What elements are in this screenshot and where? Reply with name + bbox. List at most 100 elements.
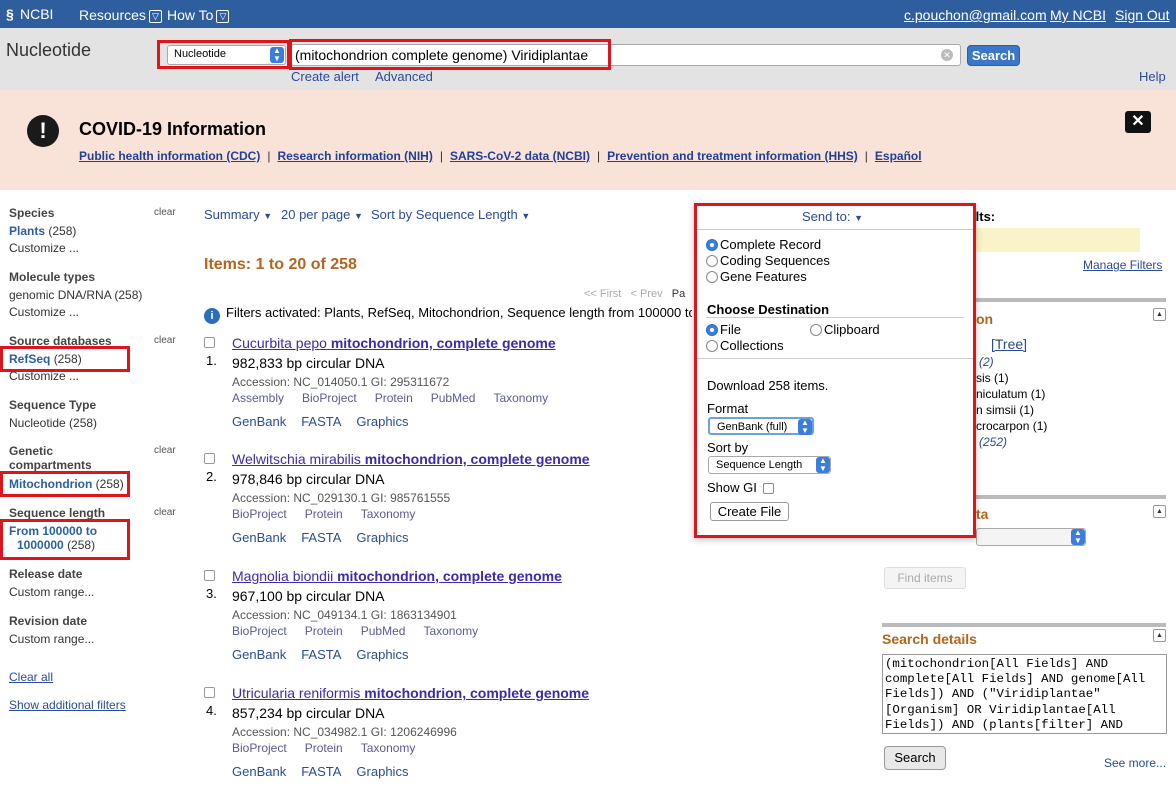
pager-prev[interactable]: < Prev (630, 288, 662, 300)
taxonomy-item[interactable]: niculatum (1) (976, 387, 1045, 401)
graphics-link[interactable]: Graphics (356, 414, 408, 429)
protein-link[interactable]: Protein (375, 391, 413, 405)
taxonomy-item[interactable]: n simsii (1) (976, 403, 1034, 417)
species-filter-plants[interactable]: Plants (258) (9, 224, 76, 238)
database-select[interactable]: Nucleotide ▲ ▼ (167, 45, 286, 65)
radio-complete-record[interactable] (706, 239, 718, 251)
genbank-link[interactable]: GenBank (232, 647, 286, 662)
summary-dropdown[interactable]: Summary ▼ (204, 207, 272, 222)
graphics-link[interactable]: Graphics (356, 764, 408, 779)
collapse-icon[interactable]: ▲ (1153, 629, 1166, 642)
graphics-link[interactable]: Graphics (356, 530, 408, 545)
help-link[interactable]: Help (1139, 69, 1166, 84)
record-checkbox[interactable] (204, 337, 215, 348)
genetic-clear-link[interactable]: clear (154, 445, 176, 456)
radio-collections[interactable] (706, 340, 718, 352)
create-alert-link[interactable]: Create alert (291, 69, 359, 84)
manage-filters-link[interactable]: Manage Filters (1083, 258, 1162, 272)
species-clear-link[interactable]: clear (154, 207, 176, 218)
record-title-link[interactable]: Cucurbita pepo mitochondrion, complete g… (232, 335, 556, 351)
close-icon[interactable]: ✕ (1125, 111, 1151, 133)
find-items-button[interactable]: Find items (884, 567, 966, 589)
send-to-menu[interactable]: Send to: ▼ (802, 209, 863, 224)
search-details-textarea[interactable]: (mitochondrion[All Fields] AND complete[… (882, 654, 1167, 734)
source-customize-link[interactable]: Customize ... (9, 369, 79, 383)
radio-file[interactable] (706, 324, 718, 336)
sequence-type-filter[interactable]: Nucleotide (258) (9, 416, 97, 430)
taxonomy-link[interactable]: Taxonomy (361, 741, 416, 755)
genbank-link[interactable]: GenBank (232, 764, 286, 779)
protein-link[interactable]: Protein (305, 624, 343, 638)
seqlen-clear-link[interactable]: clear (154, 507, 176, 518)
protein-link[interactable]: Protein (305, 507, 343, 521)
pager-first[interactable]: << First (584, 288, 621, 300)
search-button[interactable]: Search (967, 45, 1020, 66)
user-email-link[interactable]: c.pouchon@gmail.com (904, 7, 1047, 23)
genbank-link[interactable]: GenBank (232, 530, 286, 545)
record-title-link[interactable]: Magnolia biondii mitochondrion, complete… (232, 568, 562, 584)
per-page-dropdown[interactable]: 20 per page ▼ (281, 207, 363, 222)
taxonomy-link[interactable]: Taxonomy (361, 507, 416, 521)
record-title-link[interactable]: Utricularia reniformis mitochondrion, co… (232, 685, 589, 701)
tree-link[interactable]: [Tree] (991, 336, 1027, 352)
source-clear-link[interactable]: clear (154, 335, 176, 346)
howto-menu[interactable]: How To ▽ (167, 7, 230, 23)
taxonomy-item[interactable]: crocarpon (1) (976, 419, 1047, 433)
species-customize-link[interactable]: Customize ... (9, 241, 79, 255)
genbank-link[interactable]: GenBank (232, 414, 286, 429)
record-title-link[interactable]: Welwitschia mirabilis mitochondrion, com… (232, 451, 590, 467)
taxonomy-link[interactable]: Taxonomy (493, 391, 548, 405)
collapse-icon[interactable]: ▲ (1153, 505, 1166, 518)
molecule-filter-genomic[interactable]: genomic DNA/RNA (258) (9, 288, 142, 302)
advanced-search-link[interactable]: Advanced (375, 69, 433, 84)
resources-menu[interactable]: Resources ▽ (79, 7, 162, 23)
sign-out-link[interactable]: Sign Out (1115, 7, 1169, 23)
molecule-customize-link[interactable]: Customize ... (9, 305, 79, 319)
fasta-link[interactable]: FASTA (301, 530, 341, 545)
record-checkbox[interactable] (204, 453, 215, 464)
pubmed-link[interactable]: PubMed (361, 624, 406, 638)
bioproject-link[interactable]: BioProject (232, 624, 287, 638)
taxonomy-link[interactable]: Taxonomy (423, 624, 478, 638)
pubmed-link[interactable]: PubMed (431, 391, 476, 405)
create-file-button[interactable]: Create File (710, 502, 789, 521)
clear-all-link[interactable]: Clear all (9, 670, 53, 684)
genetic-filter-mitochondrion[interactable]: Mitochondrion (258) (9, 477, 124, 491)
radio-clipboard[interactable] (810, 324, 822, 336)
taxonomy-count[interactable]: (252) (979, 435, 1007, 449)
revision-custom-range[interactable]: Custom range... (9, 632, 94, 646)
taxonomy-count[interactable]: (2) (979, 355, 994, 369)
show-additional-filters-link[interactable]: Show additional filters (9, 698, 126, 712)
show-gi-checkbox[interactable] (763, 483, 774, 494)
format-select[interactable]: GenBank (full) ▲ ▼ (708, 417, 814, 435)
my-ncbi-link[interactable]: My NCBI (1050, 7, 1106, 23)
bioproject-link[interactable]: BioProject (302, 391, 357, 405)
radio-gene-features[interactable] (706, 271, 718, 283)
see-more-link[interactable]: See more... (1104, 756, 1166, 770)
taxonomy-item[interactable]: sis (1) (976, 371, 1009, 385)
covid-link-cdc[interactable]: Public health information (CDC) (79, 149, 260, 163)
bioproject-link[interactable]: BioProject (232, 741, 287, 755)
record-checkbox[interactable] (204, 570, 215, 581)
release-custom-range[interactable]: Custom range... (9, 585, 94, 599)
covid-link-nih[interactable]: Research information (NIH) (277, 149, 432, 163)
covid-link-espanol[interactable]: Español (875, 149, 922, 163)
covid-link-ncbi[interactable]: SARS-CoV-2 data (NCBI) (450, 149, 590, 163)
graphics-link[interactable]: Graphics (356, 647, 408, 662)
collapse-icon[interactable]: ▲ (1153, 308, 1166, 321)
bioproject-link[interactable]: BioProject (232, 507, 287, 521)
related-database-select[interactable]: ▲ ▼ (976, 528, 1086, 546)
source-filter-refseq[interactable]: RefSeq (258) (9, 352, 82, 366)
radio-coding-sequences[interactable] (706, 255, 718, 267)
sort-dropdown[interactable]: Sort by Sequence Length ▼ (371, 207, 530, 222)
fasta-link[interactable]: FASTA (301, 414, 341, 429)
record-checkbox[interactable] (204, 687, 215, 698)
protein-link[interactable]: Protein (305, 741, 343, 755)
covid-link-hhs[interactable]: Prevention and treatment information (HH… (607, 149, 858, 163)
assembly-link[interactable]: Assembly (232, 391, 284, 405)
clear-search-icon[interactable]: ✕ (941, 49, 953, 61)
fasta-link[interactable]: FASTA (301, 647, 341, 662)
ncbi-logo[interactable]: § NCBI (6, 6, 53, 22)
fasta-link[interactable]: FASTA (301, 764, 341, 779)
seqlen-filter-range[interactable]: From 100000 to 1000000 (258) (9, 524, 97, 552)
